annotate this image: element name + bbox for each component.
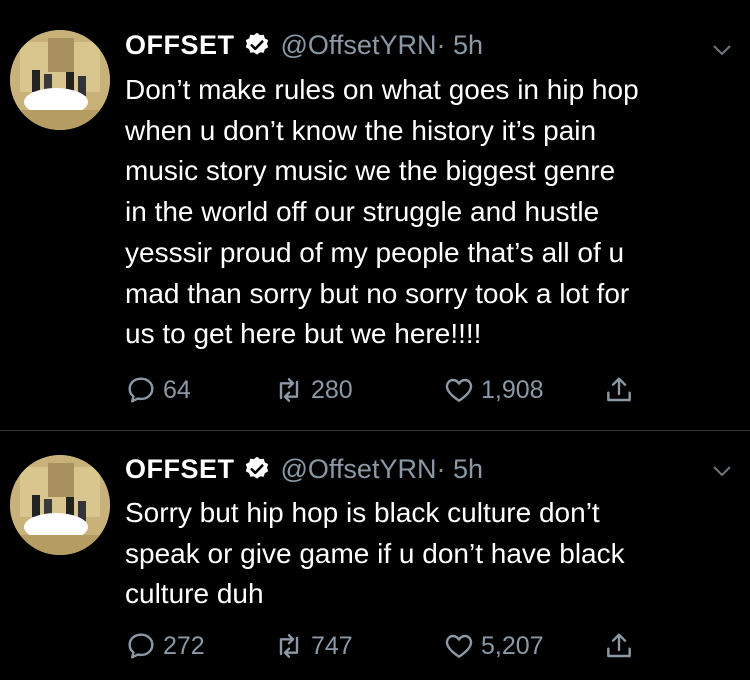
tweet-header: OFFSET @OffsetYRN · 5h bbox=[125, 449, 483, 489]
timestamp[interactable]: · 5h bbox=[436, 454, 483, 485]
heart-icon bbox=[445, 634, 473, 658]
avatar[interactable] bbox=[10, 455, 110, 555]
user-handle[interactable]: @OffsetYRN bbox=[281, 454, 437, 485]
like-button[interactable]: 5,207 bbox=[443, 626, 544, 666]
retweet-button[interactable]: 747 bbox=[273, 626, 353, 666]
tweet[interactable]: OFFSET @OffsetYRN · 5h Sorry but hip hop… bbox=[0, 0, 750, 680]
reply-icon bbox=[128, 633, 154, 659]
retweet-icon bbox=[279, 634, 299, 658]
display-name[interactable]: OFFSET bbox=[125, 454, 235, 485]
share-button[interactable] bbox=[603, 626, 641, 666]
chevron-down-icon[interactable] bbox=[710, 459, 734, 483]
tweet-text: Sorry but hip hop is black culture don’t… bbox=[125, 497, 625, 610]
verified-badge-icon bbox=[243, 455, 271, 483]
reply-button[interactable]: 272 bbox=[125, 626, 205, 666]
like-count: 5,207 bbox=[481, 631, 544, 660]
retweet-count: 747 bbox=[311, 631, 353, 660]
share-icon bbox=[607, 633, 631, 658]
avatar-photo bbox=[10, 455, 110, 555]
tweet-actions: 272 747 5,207 bbox=[125, 626, 665, 666]
reply-count: 272 bbox=[163, 631, 205, 660]
